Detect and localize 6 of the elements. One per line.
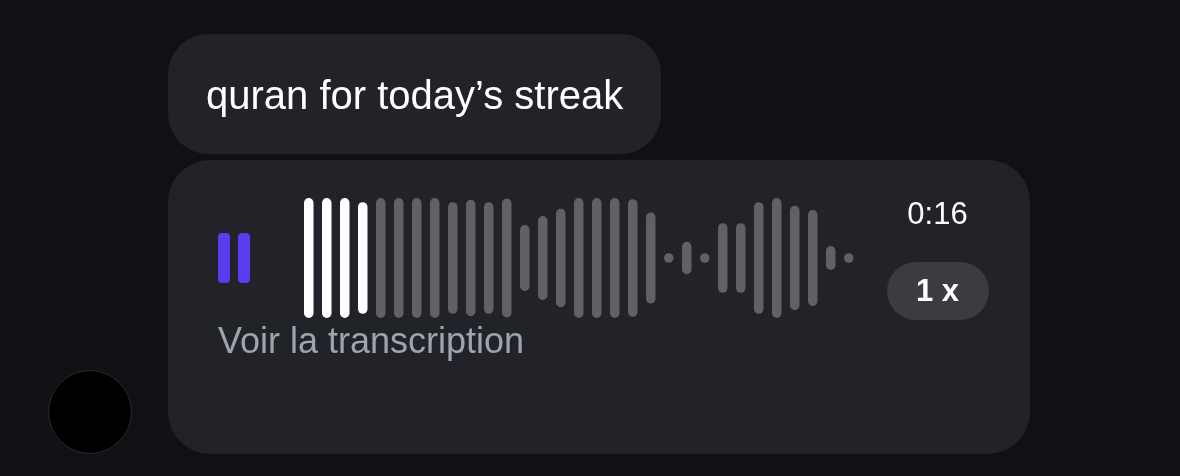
message-bubble: quran for today’s streak (168, 34, 662, 154)
speed-button[interactable]: 1 x (886, 262, 989, 320)
waveform-drawing[interactable] (304, 198, 854, 318)
pause-icon[interactable] (218, 233, 250, 283)
duration-label: 0:16 (907, 196, 968, 232)
transcription-link[interactable]: Voir la transcription (218, 320, 525, 361)
